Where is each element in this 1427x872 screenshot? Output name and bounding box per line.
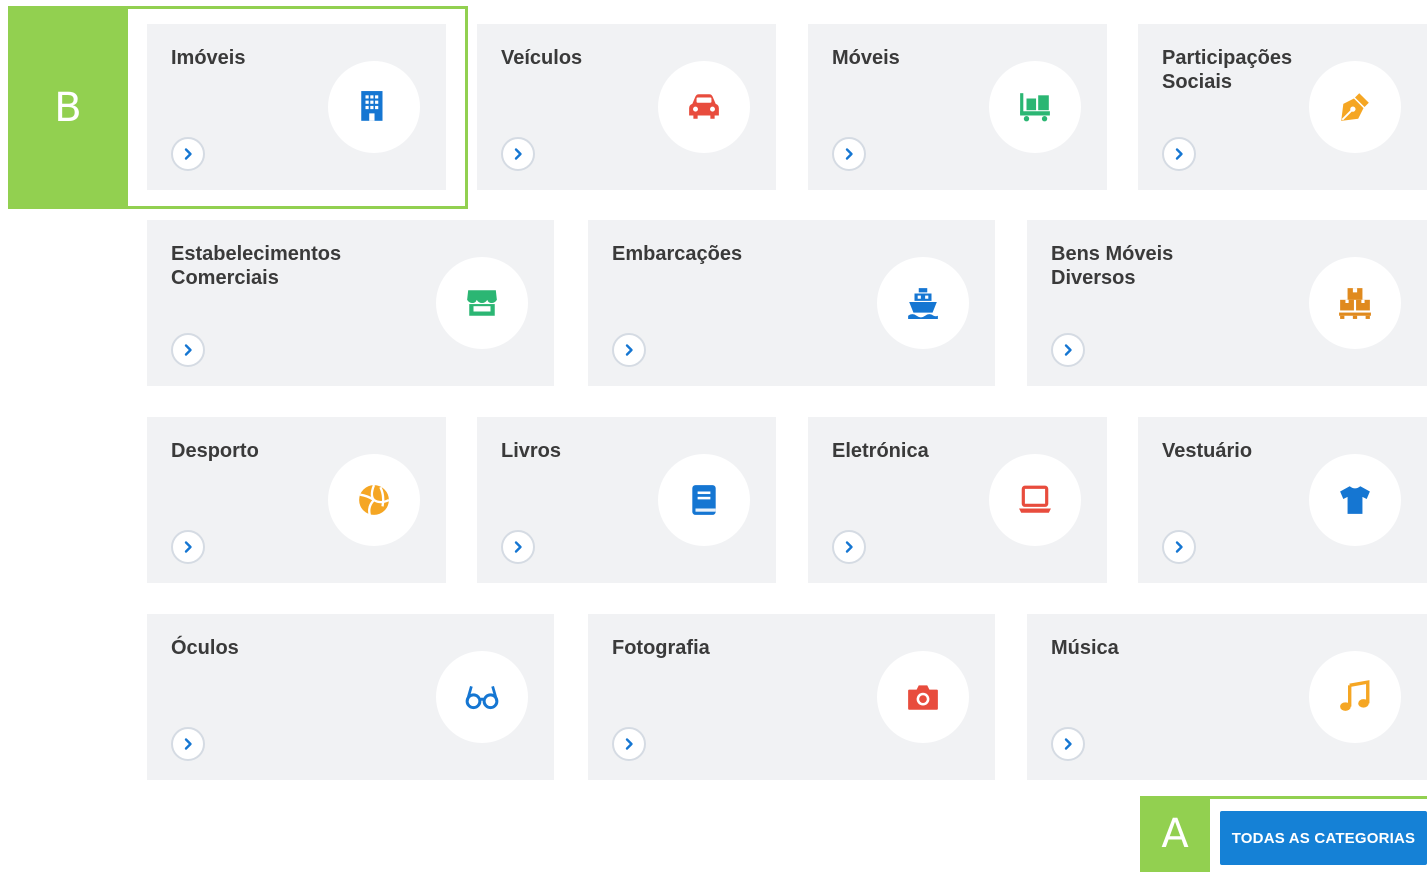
category-card[interactable]: Fotografia [588, 614, 995, 780]
camera-icon [877, 651, 969, 743]
volleyball-icon [328, 454, 420, 546]
category-title: Fotografia [612, 637, 710, 659]
chevron-right-icon[interactable] [612, 333, 646, 367]
category-card[interactable]: Eletrónica [808, 417, 1107, 583]
chevron-right-icon[interactable] [171, 137, 205, 171]
category-title: Participações Sociais [1162, 47, 1293, 93]
category-title: Música [1051, 637, 1119, 659]
book-icon [658, 454, 750, 546]
annotation-tag-a: A [1140, 796, 1210, 872]
glasses-icon [436, 651, 528, 743]
chevron-right-icon[interactable] [171, 333, 205, 367]
car-icon [658, 61, 750, 153]
category-card[interactable]: Imóveis [147, 24, 446, 190]
chevron-right-icon[interactable] [1162, 137, 1196, 171]
category-card[interactable]: Desporto [147, 417, 446, 583]
furniture-cart-icon [989, 61, 1081, 153]
category-title: Bens Móveis Diversos [1051, 243, 1174, 289]
category-card[interactable]: Bens Móveis Diversos [1027, 220, 1427, 386]
chevron-right-icon[interactable] [832, 530, 866, 564]
category-title: Vestuário [1162, 440, 1253, 462]
pallet-boxes-icon [1309, 257, 1401, 349]
category-card[interactable]: Móveis [808, 24, 1107, 190]
chevron-right-icon[interactable] [171, 530, 205, 564]
category-title: Livros [501, 440, 562, 462]
chevron-right-icon[interactable] [501, 530, 535, 564]
all-categories-button[interactable]: TODAS AS CATEGORIAS [1220, 811, 1427, 865]
music-note-icon [1309, 651, 1401, 743]
tshirt-icon [1309, 454, 1401, 546]
pen-nib-icon [1309, 61, 1401, 153]
chevron-right-icon[interactable] [612, 727, 646, 761]
category-card[interactable]: Óculos [147, 614, 554, 780]
category-card[interactable]: Vestuário [1138, 417, 1427, 583]
category-card[interactable]: Veículos [477, 24, 776, 190]
category-title: Desporto [171, 440, 259, 462]
store-icon [436, 257, 528, 349]
chevron-right-icon[interactable] [501, 137, 535, 171]
chevron-right-icon[interactable] [1051, 333, 1085, 367]
category-card[interactable]: Música [1027, 614, 1427, 780]
building-icon [328, 61, 420, 153]
category-card[interactable]: Livros [477, 417, 776, 583]
ship-icon [877, 257, 969, 349]
chevron-right-icon[interactable] [1162, 530, 1196, 564]
category-title: Estabelecimentos Comerciais [171, 243, 342, 289]
chevron-right-icon[interactable] [1051, 727, 1085, 761]
laptop-icon [989, 454, 1081, 546]
category-title: Embarcações [612, 243, 743, 265]
category-title: Veículos [501, 47, 583, 69]
category-title: Imóveis [171, 47, 246, 69]
category-title: Móveis [832, 47, 900, 69]
category-title: Óculos [171, 637, 239, 659]
category-title: Eletrónica [832, 440, 929, 462]
chevron-right-icon[interactable] [171, 727, 205, 761]
category-card[interactable]: Embarcações [588, 220, 995, 386]
category-card[interactable]: Estabelecimentos Comerciais [147, 220, 554, 386]
annotation-tag-b: B [8, 6, 128, 209]
category-card[interactable]: Participações Sociais [1138, 24, 1427, 190]
chevron-right-icon[interactable] [832, 137, 866, 171]
